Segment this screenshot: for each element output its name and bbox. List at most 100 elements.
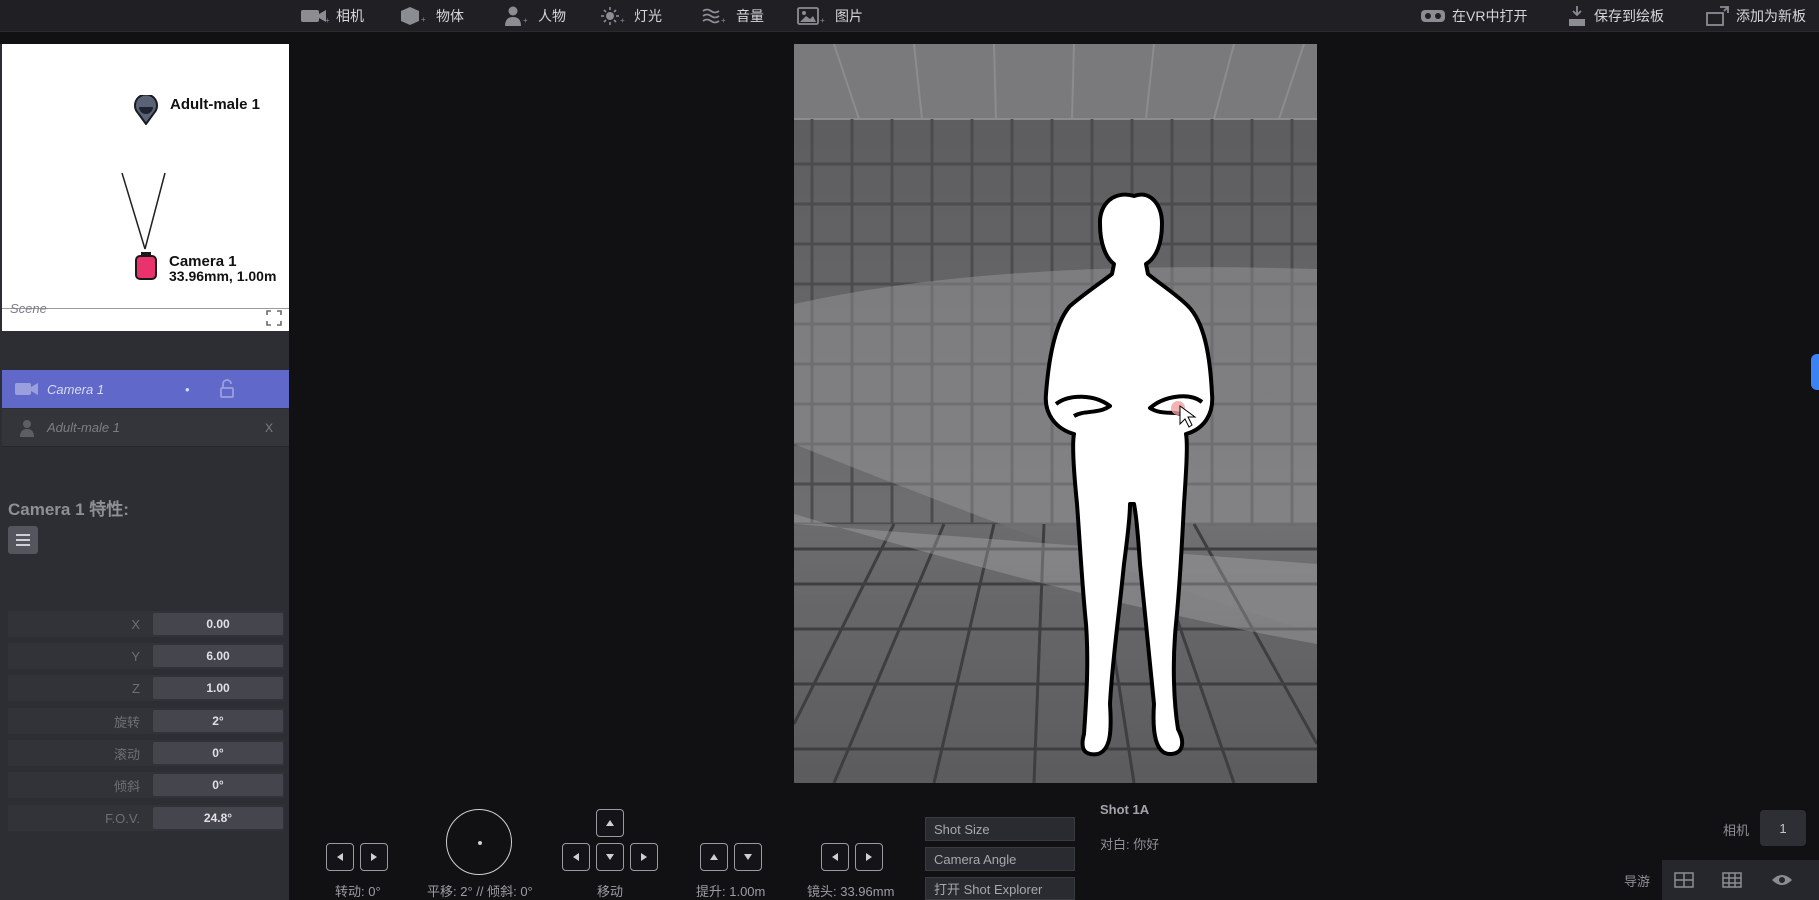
- shot-dialogue: 对白: 你好: [1100, 837, 1160, 852]
- save-to-board-button[interactable]: 保存到绘板: [1566, 0, 1664, 32]
- triangle-up-icon: [710, 854, 718, 860]
- scene-item-adult-male-1[interactable]: Adult-male 1 X: [2, 409, 289, 447]
- rotate-right-button[interactable]: [360, 843, 388, 871]
- fullscreen-icon[interactable]: [265, 309, 283, 327]
- active-dot: •: [185, 381, 190, 397]
- prop-value-y[interactable]: 6.00: [153, 645, 283, 667]
- prop-value-z[interactable]: 1.00: [153, 677, 283, 699]
- add-object-button[interactable]: + 物体: [400, 0, 464, 32]
- svg-text:+: +: [721, 16, 726, 25]
- triangle-right-icon: [641, 853, 647, 861]
- svg-text:+: +: [325, 16, 330, 25]
- move-left-button[interactable]: [562, 843, 590, 871]
- storyboarder-shot-generator: + 相机 + 物体 + 人物 + 灯光 + 音量 + 图片 在VR中打开 保存到…: [0, 0, 1819, 900]
- lens-decrease-button[interactable]: [821, 843, 849, 871]
- prop-label: Y: [131, 648, 140, 664]
- add-light-button[interactable]: + 灯光: [600, 0, 662, 32]
- triangle-down-icon: [744, 854, 752, 860]
- image-icon: +: [797, 7, 825, 25]
- prop-row-x: X 0.00: [8, 611, 284, 637]
- delete-item-button[interactable]: X: [265, 421, 273, 435]
- light-label: 灯光: [634, 8, 662, 24]
- properties-heading: Camera 1 特性:: [8, 500, 129, 519]
- add-image-button[interactable]: + 图片: [797, 0, 863, 32]
- prop-value-x[interactable]: 0.00: [153, 613, 283, 635]
- rotate-label: 转动: 0°: [335, 884, 381, 899]
- lens-increase-button[interactable]: [855, 843, 883, 871]
- insert-board-icon: [1706, 6, 1729, 26]
- svg-text:+: +: [421, 15, 426, 24]
- camera-viewport[interactable]: [794, 44, 1317, 783]
- svg-text:+: +: [523, 16, 528, 25]
- download-icon: [1569, 6, 1585, 26]
- scene-item-camera-1[interactable]: Camera 1 •: [2, 370, 289, 408]
- prop-label: Z: [132, 680, 140, 696]
- properties-menu-button[interactable]: [8, 526, 38, 554]
- prop-row-tilt: 倾斜 0°: [8, 772, 284, 798]
- hamburger-icon: [16, 534, 30, 546]
- pan-tilt-dial[interactable]: [446, 809, 512, 875]
- camera-label: 相机: [336, 8, 364, 24]
- lift-up-button[interactable]: [700, 843, 728, 871]
- triangle-left-icon: [337, 853, 343, 861]
- add-new-board-label: 添加为新板: [1736, 8, 1806, 24]
- triangle-right-icon: [866, 853, 872, 861]
- lift-down-button[interactable]: [734, 843, 762, 871]
- view-preview-button[interactable]: [1758, 860, 1806, 900]
- prop-row-roll: 滚动 0°: [8, 740, 284, 766]
- prop-label: 倾斜: [113, 778, 140, 794]
- open-shot-explorer-button[interactable]: 打开 Shot Explorer: [925, 877, 1075, 900]
- sun-icon: +: [601, 7, 625, 25]
- pan-tilt-label: 平移: 2° // 倾斜: 0°: [427, 884, 533, 899]
- top-toolbar: + 相机 + 物体 + 人物 + 灯光 + 音量 + 图片 在VR中打开 保存到…: [0, 0, 1819, 32]
- view-grid-3-button[interactable]: [1708, 860, 1756, 900]
- scene-topdown-map[interactable]: Adult-male 1 Camera 1 33.96mm, 1.00m: [2, 44, 289, 331]
- shot-size-select[interactable]: Shot Size: [925, 817, 1075, 841]
- add-character-button[interactable]: + 人物: [504, 0, 566, 32]
- prop-label: 旋转: [113, 714, 140, 730]
- move-back-button[interactable]: [596, 843, 624, 871]
- camera-angle-select[interactable]: Camera Angle: [925, 847, 1075, 871]
- open-vr-button[interactable]: 在VR中打开: [1420, 0, 1527, 32]
- camera-frustum: [121, 172, 166, 250]
- nav-label: 导游: [1624, 874, 1651, 889]
- camera-selector-label: 相机: [1723, 823, 1750, 838]
- person-icon: +: [505, 6, 528, 26]
- grid-nine-icon: [1722, 872, 1742, 888]
- viewport-render: [794, 44, 1317, 783]
- prop-value-fov[interactable]: 24.8°: [153, 807, 283, 829]
- triangle-down-icon: [606, 854, 614, 860]
- grid-four-icon: [1674, 872, 1694, 888]
- move-right-button[interactable]: [630, 843, 658, 871]
- prop-value-tilt[interactable]: 0°: [153, 774, 283, 796]
- add-camera-button[interactable]: + 相机: [300, 0, 364, 32]
- view-grid-2-button[interactable]: [1660, 860, 1708, 900]
- prop-label: 滚动: [113, 746, 140, 762]
- unlock-icon[interactable]: [219, 379, 235, 399]
- lift-label: 提升: 1.00m: [696, 884, 766, 899]
- eye-icon: [1772, 875, 1792, 885]
- triangle-up-icon: [606, 820, 614, 826]
- move-forward-button[interactable]: [596, 809, 624, 837]
- sound-label: 音量: [736, 8, 764, 24]
- character-marker-icon[interactable]: [133, 95, 159, 125]
- add-new-board-button[interactable]: 添加为新板: [1704, 0, 1806, 32]
- prop-row-rotation: 旋转 2°: [8, 708, 284, 734]
- triangle-right-icon: [371, 853, 377, 861]
- camera-selector-input[interactable]: 1: [1760, 810, 1806, 846]
- person-icon: [20, 420, 34, 437]
- svg-text:+: +: [820, 16, 825, 25]
- lens-label: 镜头: 33.96mm: [807, 884, 895, 899]
- wave-icon: +: [702, 8, 726, 25]
- prop-value-roll[interactable]: 0°: [153, 742, 283, 764]
- prop-value-rotation[interactable]: 2°: [153, 710, 283, 732]
- scene-item-label: Adult-male 1: [47, 420, 120, 435]
- svg-text:+: +: [620, 16, 625, 25]
- vr-headset-icon: [1421, 10, 1445, 22]
- side-panel-tab[interactable]: [1811, 354, 1819, 390]
- object-label: 物体: [436, 8, 464, 24]
- add-sound-button[interactable]: + 音量: [702, 0, 764, 32]
- save-to-board-label: 保存到绘板: [1594, 8, 1664, 24]
- camera-marker-icon[interactable]: [134, 251, 158, 281]
- rotate-left-button[interactable]: [326, 843, 354, 871]
